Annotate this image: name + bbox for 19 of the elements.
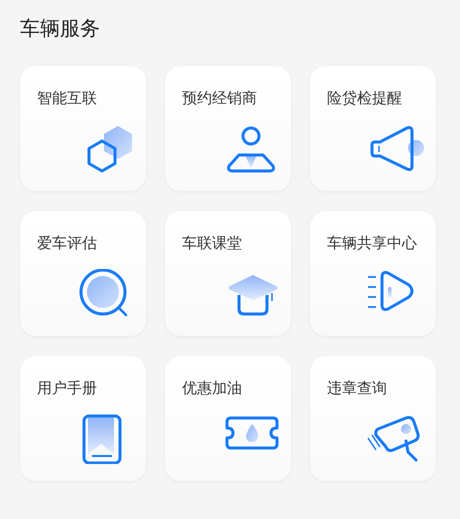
service-label: 车联课堂 xyxy=(182,233,242,253)
service-label: 车辆共享中心 xyxy=(327,233,417,253)
section-title: 车辆服务 xyxy=(20,15,101,42)
service-card[interactable]: 智能互联 xyxy=(20,66,146,191)
service-label: 用户手册 xyxy=(37,378,97,398)
service-card[interactable]: 用户手册 xyxy=(20,356,146,481)
service-card[interactable]: 预约经销商 xyxy=(165,66,291,191)
service-label: 智能互联 xyxy=(37,88,97,108)
service-card[interactable]: 险贷检提醒 xyxy=(310,66,436,191)
service-card[interactable]: 车联课堂 xyxy=(165,211,291,336)
service-card[interactable]: 违章查询 xyxy=(310,356,436,481)
service-label: 爱车评估 xyxy=(37,233,97,253)
service-card[interactable]: 车辆共享中心 xyxy=(310,211,436,336)
service-card[interactable]: 爱车评估 xyxy=(20,211,146,336)
service-label: 优惠加油 xyxy=(182,378,242,398)
service-label: 预约经销商 xyxy=(182,88,257,108)
service-label: 险贷检提醒 xyxy=(327,88,402,108)
service-label: 违章查询 xyxy=(327,378,387,398)
service-card[interactable]: 优惠加油 xyxy=(165,356,291,481)
